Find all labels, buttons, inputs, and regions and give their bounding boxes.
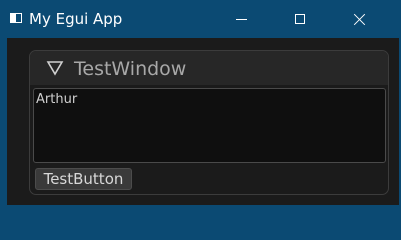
text-edit-value: Arthur [36,92,78,107]
test-button[interactable]: TestButton [35,168,132,190]
app-window-icon [10,13,22,23]
client-area: TestWindow Arthur TestButton [7,38,399,205]
app-title: My Egui App [29,10,123,28]
text-edit-field[interactable]: Arthur [33,88,386,163]
app-window: My Egui App TestWindow Arthur TestButton [0,0,401,207]
maximize-icon [295,14,305,24]
titlebar[interactable]: My Egui App [0,0,401,38]
close-icon [352,12,366,26]
window-title: TestWindow [74,58,187,80]
egui-window-header[interactable]: TestWindow [30,51,388,85]
minimize-icon [235,18,247,20]
egui-test-window: TestWindow Arthur TestButton [29,50,389,195]
maximize-button[interactable] [277,0,323,38]
minimize-button[interactable] [218,0,264,38]
close-button[interactable] [336,0,382,38]
collapse-triangle-icon[interactable] [46,59,64,77]
